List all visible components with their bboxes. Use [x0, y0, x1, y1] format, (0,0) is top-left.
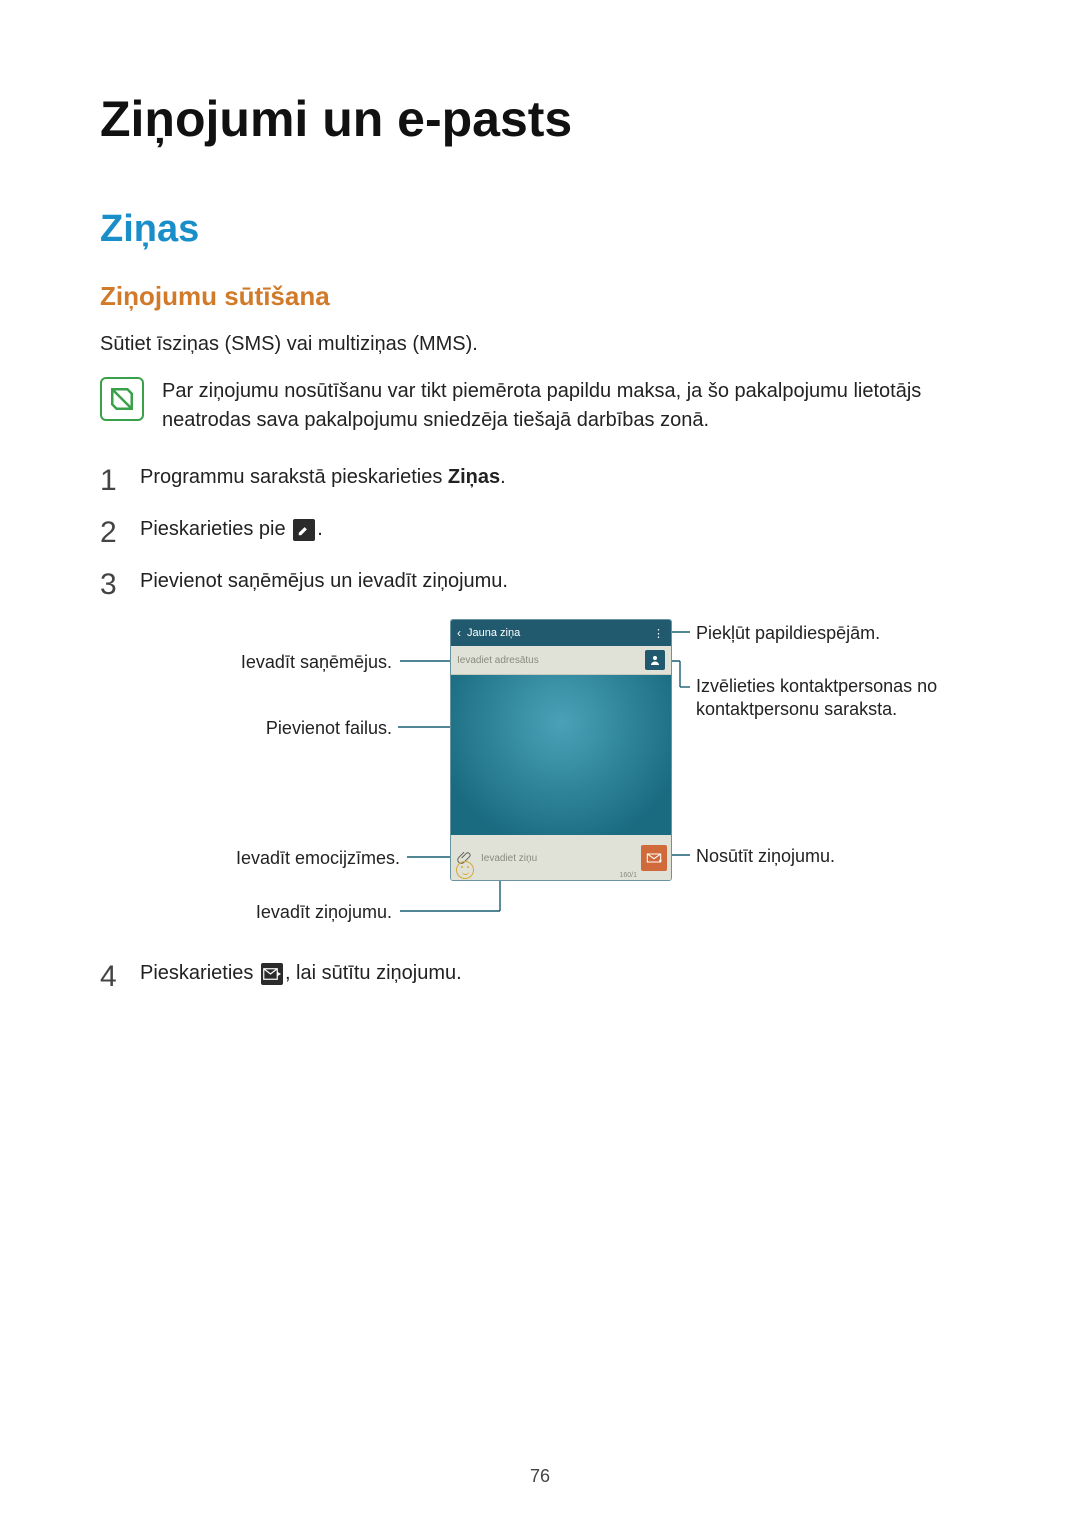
step-4-post: , lai sūtītu ziņojumu.: [285, 962, 462, 984]
step-2-post: .: [317, 518, 323, 540]
phone-header: ‹ Jauna ziņa ⋮: [451, 620, 671, 646]
recipient-row: Ievadiet adresātus: [451, 646, 671, 675]
send-icon[interactable]: [641, 845, 667, 871]
callout-attach: Pievienot failus.: [266, 717, 392, 740]
phone-body: [451, 675, 671, 835]
intro-text: Sūtiet īsziņas (SMS) vai multiziņas (MMS…: [100, 330, 980, 359]
compose-diagram: Ievadīt saņēmējus. Pievienot failus. Iev…: [100, 619, 980, 929]
send-envelope-icon: [261, 963, 283, 985]
page-title: Ziņojumi un e-pasts: [100, 90, 980, 148]
step-1-bold: Ziņas: [448, 466, 500, 488]
step-1-pre: Programmu sarakstā pieskarieties: [140, 466, 448, 488]
compose-icon: [293, 519, 315, 541]
recipient-input[interactable]: Ievadiet adresātus: [457, 655, 645, 666]
message-input[interactable]: Ievadiet ziņu: [477, 853, 637, 864]
char-counter: 160/1: [619, 872, 637, 879]
note-icon: [100, 377, 144, 421]
callout-contacts: Izvēlieties kontaktpersonas no kontaktpe…: [696, 675, 976, 722]
step-2: Pieskarieties pie .: [100, 515, 980, 545]
page-number: 76: [0, 1466, 1080, 1487]
callout-send: Nosūtīt ziņojumu.: [696, 845, 835, 868]
subsection-heading: Ziņojumu sūtīšana: [100, 281, 980, 312]
contacts-icon[interactable]: [645, 650, 665, 670]
phone-bottom: Ievadiet ziņu 160/1: [451, 835, 671, 881]
callout-recipients: Ievadīt saņēmējus.: [241, 651, 392, 674]
step-4: Pieskarieties , lai sūtītu ziņojumu.: [100, 959, 980, 989]
note-block: Par ziņojumu nosūtīšanu var tikt piemēro…: [100, 377, 980, 435]
section-heading: Ziņas: [100, 208, 980, 251]
note-text: Par ziņojumu nosūtīšanu var tikt piemēro…: [162, 377, 980, 435]
menu-icon[interactable]: ⋮: [653, 627, 665, 640]
step-1: Programmu sarakstā pieskarieties Ziņas.: [100, 463, 980, 493]
step-2-pre: Pieskarieties pie: [140, 518, 291, 540]
step-3: Pievienot saņēmējus un ievadīt ziņojumu.: [100, 567, 980, 597]
phone-header-title: Jauna ziņa: [467, 627, 647, 639]
emoji-icon[interactable]: [456, 861, 474, 879]
callout-emoji: Ievadīt emocijzīmes.: [236, 847, 400, 870]
callout-options: Piekļūt papildiespējām.: [696, 622, 880, 645]
step-4-pre: Pieskarieties: [140, 962, 259, 984]
back-icon[interactable]: ‹: [457, 626, 461, 640]
step-1-post: .: [500, 466, 506, 488]
callout-message: Ievadīt ziņojumu.: [256, 901, 392, 924]
phone-mock: ‹ Jauna ziņa ⋮ Ievadiet adresātus Ievadi…: [450, 619, 672, 881]
